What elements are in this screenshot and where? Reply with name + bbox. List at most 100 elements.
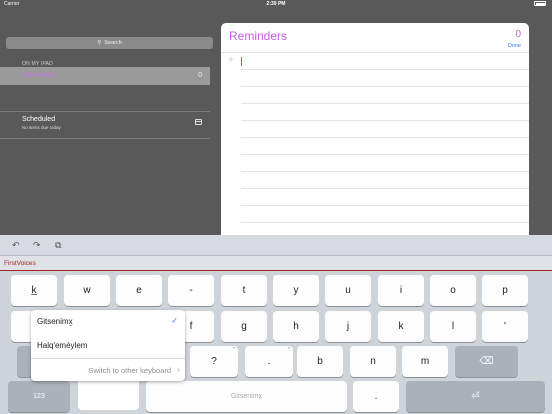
keyboard-switcher-popup: Gitsenimx̱ ✓ Halq'eméylem Switch to othe… [31, 310, 185, 381]
key[interactable]: o [430, 275, 476, 306]
key[interactable]: . [353, 381, 399, 412]
list-item-count: 0 [198, 72, 202, 79]
search-field[interactable]: ⚲ Search [6, 37, 213, 49]
key-label: m [420, 356, 430, 367]
key[interactable]: . " [245, 346, 293, 377]
done-button[interactable]: Done [508, 43, 521, 49]
delete-icon: ⌫ [479, 356, 494, 367]
key-label: . [267, 356, 271, 367]
search-placeholder: Search [104, 40, 122, 46]
keyboard-option-label: Gitsenimx̱ [37, 317, 73, 326]
key[interactable]: m [402, 346, 448, 377]
divider [241, 222, 529, 223]
key[interactable]: n [350, 346, 396, 377]
chevron-right-icon: › [177, 365, 180, 374]
numbers-key-label: 123 [33, 393, 45, 400]
key[interactable]: - [168, 275, 214, 306]
divider [241, 103, 529, 104]
key-label: o [450, 285, 456, 296]
key[interactable]: g [221, 311, 267, 342]
key-label: - [189, 285, 193, 296]
keyboard-option-label: Halq'eméylem [37, 341, 88, 350]
key-label: i [399, 285, 403, 296]
key-label: . [374, 391, 378, 402]
key-label: w [83, 285, 91, 296]
undo-icon[interactable]: ↶ [12, 240, 20, 251]
calendar-icon [195, 119, 202, 125]
text-caret [241, 57, 242, 66]
reminders-panel: Reminders 0 Done + [221, 23, 529, 235]
key-label: e [136, 285, 142, 296]
scheduled-subtitle: No items due today [22, 125, 61, 130]
keyboard-brand-bar: FirstVoices [0, 256, 552, 271]
key[interactable]: p [482, 275, 528, 306]
key[interactable]: i [378, 275, 424, 306]
status-time: 2:39 PM [266, 1, 286, 7]
paste-icon[interactable]: ⧉ [55, 240, 61, 251]
key-label: y [293, 285, 299, 296]
key[interactable]: e [116, 275, 162, 306]
panel-title: Reminders [229, 29, 288, 43]
key-hint: " [233, 347, 235, 353]
divider [241, 120, 529, 121]
key-label: n [370, 356, 376, 367]
key-label: f [189, 321, 193, 332]
list-item-scheduled[interactable]: Scheduled No items due today [0, 111, 210, 139]
list-item-reminders[interactable]: Reminders 0 [0, 67, 210, 85]
return-key[interactable]: ⏎ [406, 381, 545, 412]
sidebar: ⚲ Search ON MY IPAD Reminders 0 Schedule… [0, 9, 218, 235]
scheduled-label: Scheduled [22, 116, 56, 123]
search-icon: ⚲ [97, 40, 102, 46]
key-label: k [398, 321, 404, 332]
space-key-label: Gitsenimx̱ [230, 393, 263, 400]
key-label: j [346, 321, 350, 332]
add-icon[interactable]: + [228, 56, 234, 66]
divider [221, 52, 529, 53]
key-label: g [241, 321, 247, 332]
key[interactable]: b [297, 346, 343, 377]
redo-icon[interactable]: ↷ [33, 240, 41, 251]
space-key[interactable]: Gitsenimx̱ [146, 381, 347, 412]
key[interactable]: u [325, 275, 371, 306]
key[interactable]: w [64, 275, 110, 306]
key[interactable]: ? " [190, 346, 238, 377]
keyboard-brand: FirstVoices [4, 260, 36, 267]
key[interactable]: l [430, 311, 476, 342]
divider [241, 171, 529, 172]
divider [241, 86, 529, 87]
status-bar: Carrier 2:39 PM [0, 0, 552, 9]
globe-key-highlight[interactable] [78, 381, 139, 410]
key-label: h [293, 321, 299, 332]
divider [241, 188, 529, 189]
keyboard-option[interactable]: Halq'eméylem [31, 334, 185, 357]
key-label: l [451, 321, 455, 332]
key-label: t [242, 285, 246, 296]
numbers-key[interactable]: 123 [8, 381, 70, 412]
key[interactable]: k [378, 311, 424, 342]
key-label: u [345, 285, 351, 296]
checkmark-icon: ✓ [171, 316, 178, 325]
keyboard-option[interactable]: Gitsenimx̱ ✓ [31, 310, 185, 333]
return-icon: ⏎ [471, 391, 480, 402]
key-label: b [317, 356, 323, 367]
key-label: k̲ [31, 285, 37, 296]
panel-count: 0 [515, 29, 521, 40]
key[interactable]: t [221, 275, 267, 306]
key-hint: " [288, 347, 290, 353]
key-label: p [502, 285, 508, 296]
divider [241, 154, 529, 155]
divider [241, 69, 529, 70]
key[interactable]: j [325, 311, 371, 342]
switch-keyboard-item[interactable]: Switch to other keyboard › [31, 358, 185, 381]
key[interactable]: y [273, 275, 319, 306]
key[interactable]: h [273, 311, 319, 342]
delete-key[interactable]: ⌫ [455, 346, 518, 377]
divider [241, 205, 529, 206]
key[interactable]: k̲ [11, 275, 57, 306]
key[interactable]: ' [482, 311, 528, 342]
battery-icon [534, 1, 546, 6]
list-item-label: Reminders [22, 72, 56, 79]
keyboard-toolbar: ↶ ↷ ⧉ [0, 235, 552, 256]
battery-indicator [534, 1, 546, 6]
key-label: ' [504, 321, 506, 332]
